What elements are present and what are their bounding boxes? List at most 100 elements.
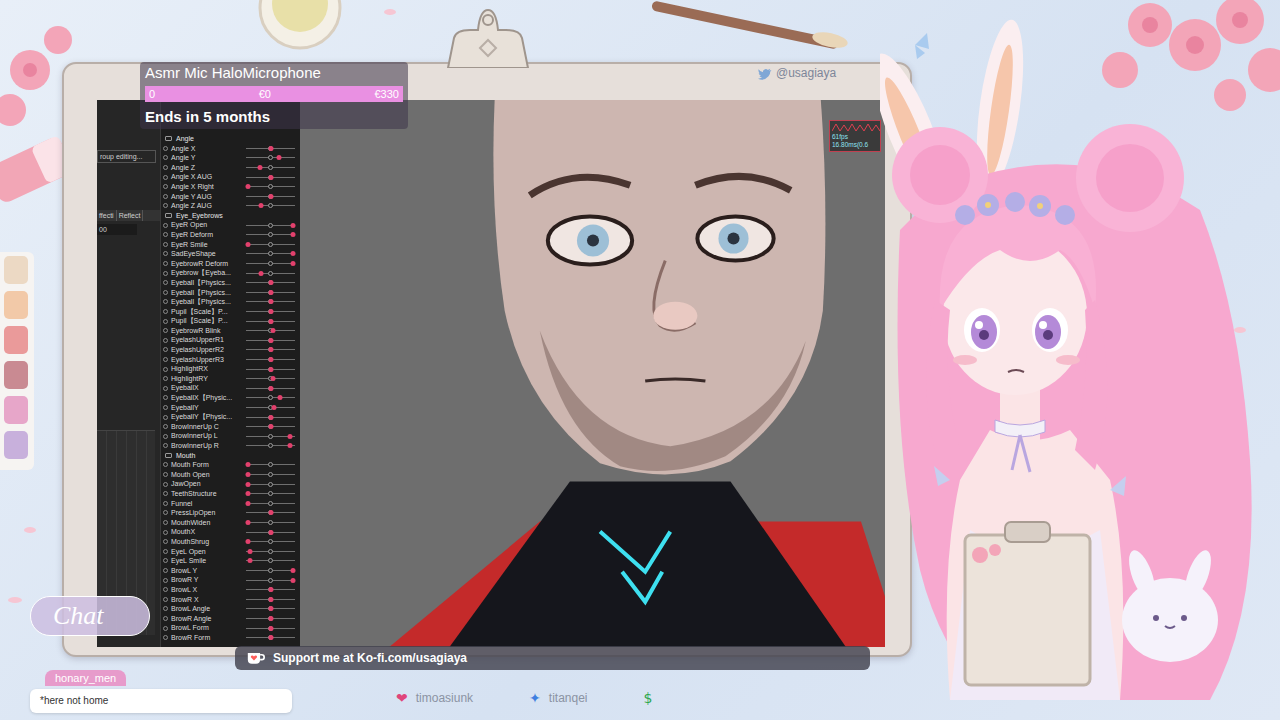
slider-knob[interactable] <box>268 146 273 151</box>
keyform-icon[interactable] <box>163 549 168 554</box>
slider-knob[interactable] <box>268 597 273 602</box>
keyform-icon[interactable] <box>163 184 168 189</box>
reflect-column[interactable]: Reflect <box>117 210 144 221</box>
slider-knob[interactable] <box>272 405 277 410</box>
keyform-icon[interactable] <box>163 530 168 535</box>
keyform-icon[interactable] <box>163 299 168 304</box>
parameter-slider[interactable] <box>246 414 295 421</box>
parameter-slider[interactable] <box>246 289 295 296</box>
parameter-slider[interactable] <box>246 471 295 478</box>
keyform-icon[interactable] <box>163 155 168 160</box>
parameter-slider[interactable] <box>246 557 295 564</box>
parameter-slider[interactable] <box>246 327 295 334</box>
keyform-icon[interactable] <box>163 271 168 276</box>
parameter-slider[interactable] <box>246 490 295 497</box>
parameter-slider[interactable] <box>246 605 295 612</box>
parameter-slider[interactable] <box>246 461 295 468</box>
model-canvas[interactable]: 61fps16.80ms(0.6 <box>300 100 885 647</box>
keyform-icon[interactable] <box>163 491 168 496</box>
keyform-icon[interactable] <box>163 203 168 208</box>
keyform-icon[interactable] <box>163 434 168 439</box>
keyform-icon[interactable] <box>163 597 168 602</box>
slider-knob[interactable] <box>268 635 273 640</box>
parameter-slider[interactable] <box>246 164 295 171</box>
slider-knob[interactable] <box>268 290 273 295</box>
parameter-slider[interactable] <box>246 270 295 277</box>
keyform-icon[interactable] <box>163 472 168 477</box>
keyform-icon[interactable] <box>163 175 168 180</box>
slider-knob[interactable] <box>290 232 295 237</box>
slider-knob[interactable] <box>268 424 273 429</box>
parameter-slider[interactable] <box>246 279 295 286</box>
slider-knob[interactable] <box>245 482 250 487</box>
parameter-slider[interactable] <box>246 298 295 305</box>
parameter-slider[interactable] <box>246 615 295 622</box>
parameter-group[interactable]: Angle <box>161 134 300 144</box>
value-field[interactable]: 00 <box>97 224 137 235</box>
keyform-icon[interactable] <box>163 261 168 266</box>
slider-knob[interactable] <box>268 175 273 180</box>
parameter-slider[interactable] <box>246 193 295 200</box>
slider-knob[interactable] <box>268 510 273 515</box>
handle-text[interactable]: @usagiaya <box>776 66 836 81</box>
parameter-slider[interactable] <box>246 634 295 641</box>
slider-knob[interactable] <box>268 587 273 592</box>
keyform-icon[interactable] <box>163 223 168 228</box>
slider-knob[interactable] <box>268 415 273 420</box>
parameter-group[interactable]: Eye_Eyebrows <box>161 211 300 221</box>
slider-knob[interactable] <box>245 184 250 189</box>
parameter-slider[interactable] <box>246 308 295 315</box>
social-handle[interactable]: @usagiaya <box>758 66 836 81</box>
slider-knob[interactable] <box>245 539 250 544</box>
parameter-slider[interactable] <box>246 183 295 190</box>
slider-knob[interactable] <box>258 271 263 276</box>
keyform-icon[interactable] <box>163 482 168 487</box>
slider-knob[interactable] <box>290 578 295 583</box>
slider-knob[interactable] <box>290 568 295 573</box>
keyform-icon[interactable] <box>163 558 168 563</box>
parameter-slider[interactable] <box>246 174 295 181</box>
parameter-slider[interactable] <box>246 385 295 392</box>
slider-knob[interactable] <box>290 223 295 228</box>
parameter-slider[interactable] <box>246 500 295 507</box>
parameter-slider[interactable] <box>246 442 295 449</box>
parameter-slider[interactable] <box>246 375 295 382</box>
slider-knob[interactable] <box>247 549 252 554</box>
slider-knob[interactable] <box>290 261 295 266</box>
slider-knob[interactable] <box>258 203 263 208</box>
slider-knob[interactable] <box>268 530 273 535</box>
parameter-slider[interactable] <box>246 250 295 257</box>
keyform-icon[interactable] <box>163 338 168 343</box>
parameter-slider[interactable] <box>246 567 295 574</box>
parameter-slider[interactable] <box>246 586 295 593</box>
effect-column[interactable]: ffecti <box>97 210 117 221</box>
keyform-icon[interactable] <box>163 635 168 640</box>
parameter-slider[interactable] <box>246 337 295 344</box>
parameter-slider[interactable] <box>246 519 295 526</box>
slider-knob[interactable] <box>268 299 273 304</box>
keyform-icon[interactable] <box>163 194 168 199</box>
slider-knob[interactable] <box>278 395 283 400</box>
parameter-slider[interactable] <box>246 509 295 516</box>
slider-knob[interactable] <box>268 280 273 285</box>
parameter-slider[interactable] <box>246 625 295 632</box>
slider-knob[interactable] <box>257 165 262 170</box>
slider-knob[interactable] <box>245 462 250 467</box>
keyform-icon[interactable] <box>163 319 168 324</box>
keyform-icon[interactable] <box>163 232 168 237</box>
kofi-text[interactable]: Support me at Ko-fi.com/usagiaya <box>273 650 467 666</box>
slider-knob[interactable] <box>268 319 273 324</box>
slider-knob[interactable] <box>268 338 273 343</box>
parameter-slider[interactable] <box>246 222 295 229</box>
parameter-slider[interactable] <box>246 404 295 411</box>
keyform-icon[interactable] <box>163 242 168 247</box>
parameter-slider[interactable] <box>246 481 295 488</box>
keyform-icon[interactable] <box>163 539 168 544</box>
keyform-icon[interactable] <box>163 462 168 467</box>
slider-knob[interactable] <box>288 434 293 439</box>
slider-knob[interactable] <box>268 386 273 391</box>
slider-knob[interactable] <box>268 367 273 372</box>
keyform-icon[interactable] <box>163 357 168 362</box>
parameter-slider[interactable] <box>246 241 295 248</box>
keyform-icon[interactable] <box>163 395 168 400</box>
